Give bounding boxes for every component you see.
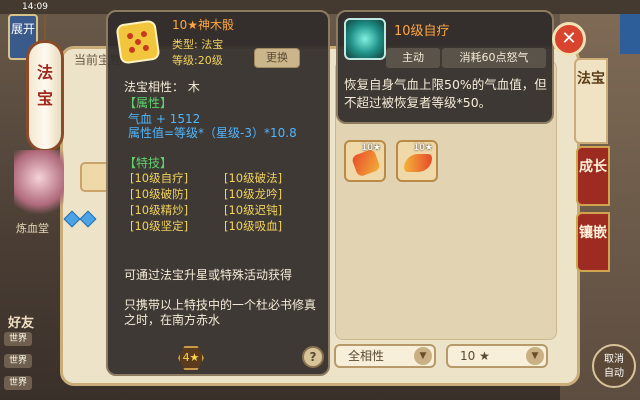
affinity-filter-value: 全相性 xyxy=(348,349,385,363)
skill-cost: 消耗60点怒气 xyxy=(442,48,546,68)
skill-entry: [10级自疗] xyxy=(130,171,189,185)
tab-growth[interactable]: 成长 xyxy=(576,146,610,206)
auto-button-line2: 自动 xyxy=(604,368,624,379)
treasure-slot[interactable]: 10★ xyxy=(344,140,386,182)
skill-entry: [10级破防] xyxy=(130,187,189,201)
skill-entry: [10级吸血] xyxy=(224,219,283,233)
attribute-formula: 属性值=等级*（星级-3）*10.8 xyxy=(128,126,297,140)
star-filter-select[interactable]: 10 ★ ▼ xyxy=(446,344,548,368)
chevron-down-icon: ▼ xyxy=(526,347,544,365)
dice-treasure-icon xyxy=(115,19,161,65)
skill-entry: [10级坚定] xyxy=(130,219,189,233)
gem-icon xyxy=(79,210,97,228)
item-source-text: 可通过法宝升星或特殊活动获得 xyxy=(124,268,293,282)
chevron-down-icon: ▼ xyxy=(414,347,432,365)
close-icon: ✕ xyxy=(561,28,577,49)
item-name: 10★神木骰 xyxy=(172,18,235,32)
replace-button[interactable]: 更换 xyxy=(254,48,300,68)
slot-star-label: 10★ xyxy=(413,143,433,153)
item-affinity: 法宝相性： 木 xyxy=(124,80,200,94)
star-filter-value: 10 ★ xyxy=(460,349,490,363)
character-label: 炼血堂 xyxy=(16,222,49,235)
tab-inlay[interactable]: 镶嵌 xyxy=(576,212,610,272)
close-button[interactable]: ✕ xyxy=(552,22,586,56)
skill-entry: [10级破法] xyxy=(224,171,283,185)
character-portrait xyxy=(14,150,64,220)
friends-button[interactable]: 好友 xyxy=(8,312,34,331)
skill-type: 主动 xyxy=(386,48,440,68)
chat-channel-world[interactable]: 世界 xyxy=(4,376,32,390)
skill-entry: [10级龙吟] xyxy=(224,187,283,201)
skill-name: 10级自疗 xyxy=(394,24,450,39)
affinity-filter-select[interactable]: 全相性 ▼ xyxy=(334,344,436,368)
hp-bonus: 气血 + 1512 xyxy=(128,112,201,126)
auto-button-line1: 取消 xyxy=(604,354,624,365)
attributes-header: 【属性】 xyxy=(124,96,173,110)
lantern-stick xyxy=(44,14,46,40)
background-decoration xyxy=(620,14,640,54)
chat-channel-world[interactable]: 世界 xyxy=(4,332,32,346)
skills-header: 【特技】 xyxy=(124,156,173,170)
lantern-title: 法宝 xyxy=(36,63,53,108)
treasure-slot[interactable]: 10★ xyxy=(396,140,438,182)
help-button[interactable]: ? xyxy=(302,346,324,368)
item-level: 等级:20级 xyxy=(172,54,223,67)
tab-treasure[interactable]: 法宝 xyxy=(574,58,608,144)
chat-channel-world[interactable]: 世界 xyxy=(4,354,32,368)
slot-star-label: 10★ xyxy=(361,143,381,153)
self-heal-skill-icon xyxy=(344,18,386,60)
cancel-auto-button[interactable]: 取消 自动 xyxy=(592,344,636,388)
item-lore-text: 只携带以上特技中的一个杜必书修真之时，在南方赤水 xyxy=(124,298,317,327)
gem-icon xyxy=(63,210,81,228)
skill-entry: [10级精炒] xyxy=(130,203,189,217)
status-time: 14:09 xyxy=(22,2,48,12)
skill-description: 恢复自身气血上限50%的气血值，但不超过被恢复者等级*50。 xyxy=(344,77,547,110)
skill-entry: [10级迟钝] xyxy=(224,203,283,217)
golden-horn-icon xyxy=(404,154,432,172)
item-type: 类型: 法宝 xyxy=(172,38,224,51)
